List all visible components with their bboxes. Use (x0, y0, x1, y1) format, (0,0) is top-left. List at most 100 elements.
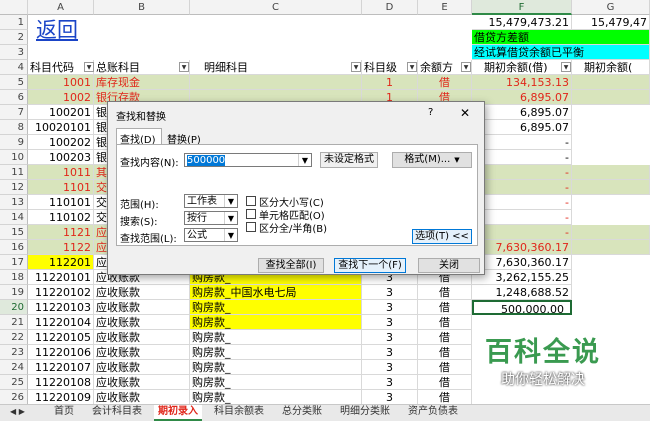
row-header-19[interactable]: 19 (0, 285, 28, 300)
table-cell[interactable]: 6,895.07 (472, 90, 572, 105)
table-cell[interactable]: 购房款_ (190, 375, 362, 390)
table-cell[interactable]: 购房款_ (190, 345, 362, 360)
table-cell[interactable]: 3 (362, 315, 418, 330)
filter-dropdown-icon[interactable]: ▼ (407, 62, 417, 72)
table-cell[interactable]: 11220108 (28, 375, 94, 390)
tab-scroll-left-icon[interactable]: ◀ ▶ (6, 405, 29, 419)
row-header-25[interactable]: 25 (0, 375, 28, 390)
column-header-c[interactable]: C (190, 0, 362, 15)
row-header-2[interactable]: 2 (0, 30, 28, 45)
sheet-tab[interactable]: 会计科目表 (88, 405, 146, 419)
find-all-button[interactable]: 查找全部(I) (258, 258, 324, 273)
find-next-button[interactable]: 查找下一个(F) (334, 258, 406, 273)
table-cell[interactable]: 应收账款 (94, 345, 190, 360)
table-cell[interactable]: 1001 (28, 75, 94, 90)
row-header-3[interactable]: 3 (0, 45, 28, 60)
table-cell[interactable]: 1011 (28, 165, 94, 180)
table-cell[interactable]: 1002 (28, 90, 94, 105)
table-cell[interactable]: 应收账款 (94, 390, 190, 405)
table-cell[interactable]: 应收账款 (94, 300, 190, 315)
table-cell[interactable]: 购房款_ (190, 330, 362, 345)
sheet-tab[interactable]: 总分类账 (278, 405, 326, 419)
column-header-g[interactable]: G (572, 0, 650, 15)
filter-dropdown-icon[interactable]: ▼ (561, 62, 571, 72)
table-cell[interactable]: 购房款_ (190, 300, 362, 315)
table-cell[interactable]: 3 (362, 375, 418, 390)
table-cell[interactable]: 1,248,688.52 (472, 285, 572, 300)
options-button[interactable]: 选项(T) << (412, 229, 472, 244)
look-in-select[interactable]: 公式 ▼ (184, 228, 238, 242)
header-detail-account[interactable]: 明细科目 (190, 60, 362, 75)
row-header-21[interactable]: 21 (0, 315, 28, 330)
sheet-tab[interactable]: 首页 (50, 405, 78, 419)
table-cell[interactable]: 1 (362, 75, 418, 90)
table-cell[interactable]: - (472, 195, 572, 210)
table-cell[interactable]: - (472, 165, 572, 180)
table-cell[interactable]: - (472, 210, 572, 225)
header-opening-debit[interactable]: 期初余额(借) (472, 60, 572, 75)
table-cell[interactable]: 3 (362, 300, 418, 315)
table-cell[interactable]: 库存现金 (94, 75, 190, 90)
table-cell[interactable] (572, 75, 650, 90)
row-header-13[interactable]: 13 (0, 195, 28, 210)
table-cell[interactable]: 10020101 (28, 120, 94, 135)
back-link[interactable]: 返回 (34, 18, 114, 42)
close-icon[interactable]: ✕ (460, 106, 470, 120)
table-cell[interactable] (572, 90, 650, 105)
tab-replace[interactable]: 替换(P) (164, 130, 208, 146)
row-header-7[interactable]: 7 (0, 105, 28, 120)
table-cell[interactable]: 7,630,360.17 (472, 240, 572, 255)
table-cell[interactable]: 11220109 (28, 390, 94, 405)
row-header-18[interactable]: 18 (0, 270, 28, 285)
table-cell[interactable]: 100202 (28, 135, 94, 150)
tab-find[interactable]: 查找(D) (116, 128, 162, 146)
table-cell[interactable]: 3 (362, 390, 418, 405)
table-cell[interactable]: 借 (418, 360, 472, 375)
table-cell[interactable]: 11220104 (28, 315, 94, 330)
chevron-down-icon[interactable]: ▼ (224, 229, 237, 241)
table-cell[interactable]: 6,895.07 (472, 120, 572, 135)
table-cell[interactable]: 3 (362, 360, 418, 375)
cell-f1[interactable]: 15,479,473.21 (472, 15, 572, 30)
row-header-8[interactable]: 8 (0, 120, 28, 135)
column-header-f[interactable]: F (472, 0, 572, 15)
table-cell[interactable]: 借 (418, 375, 472, 390)
table-cell[interactable]: 100203 (28, 150, 94, 165)
filter-dropdown-icon[interactable]: ▼ (84, 62, 94, 72)
sheet-tab[interactable]: 科目余额表 (210, 405, 268, 419)
row-header-15[interactable]: 15 (0, 225, 28, 240)
table-cell[interactable]: 应收账款 (94, 330, 190, 345)
column-header-a[interactable]: A (28, 0, 94, 15)
table-cell[interactable]: 112201 (28, 255, 94, 270)
table-cell[interactable]: 100201 (28, 105, 94, 120)
search-order-select[interactable]: 按行 ▼ (184, 211, 238, 225)
match-entire-cell-checkbox[interactable] (246, 209, 256, 219)
table-cell[interactable]: 应收账款 (94, 315, 190, 330)
table-cell[interactable]: - (472, 225, 572, 240)
sheet-tab[interactable]: 资产负债表 (404, 405, 462, 419)
table-cell[interactable]: 购房款_ (190, 360, 362, 375)
table-cell[interactable]: 11220103 (28, 300, 94, 315)
column-header-d[interactable]: D (362, 0, 418, 15)
header-opening-credit[interactable]: 期初余额( (572, 60, 650, 75)
table-cell[interactable]: - (472, 135, 572, 150)
filter-dropdown-icon[interactable]: ▼ (461, 62, 471, 72)
column-header-b[interactable]: B (94, 0, 190, 15)
row-header-11[interactable]: 11 (0, 165, 28, 180)
table-cell[interactable]: 3 (362, 285, 418, 300)
row-header-6[interactable]: 6 (0, 90, 28, 105)
row-header-1[interactable]: 1 (0, 15, 28, 30)
table-cell[interactable]: 借 (418, 330, 472, 345)
filter-dropdown-icon[interactable]: ▼ (179, 62, 189, 72)
table-cell[interactable] (190, 75, 362, 90)
find-what-input[interactable]: 500000 ▼ (184, 153, 312, 167)
table-cell[interactable]: 1121 (28, 225, 94, 240)
chevron-down-icon[interactable]: ▼ (298, 154, 311, 166)
table-cell[interactable]: 借 (418, 345, 472, 360)
row-header-9[interactable]: 9 (0, 135, 28, 150)
table-cell[interactable]: 6,895.07 (472, 105, 572, 120)
row-header-22[interactable]: 22 (0, 330, 28, 345)
table-cell[interactable]: 应收账款 (94, 375, 190, 390)
table-cell[interactable]: 借 (418, 315, 472, 330)
row-header-24[interactable]: 24 (0, 360, 28, 375)
